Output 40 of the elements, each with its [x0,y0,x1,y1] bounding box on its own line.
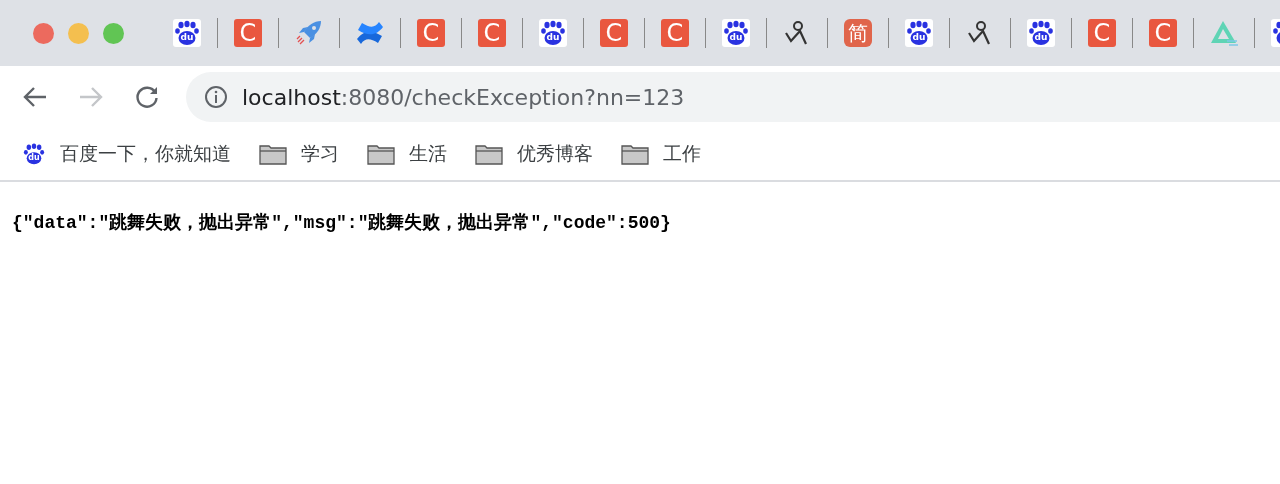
paw-logo-icon: du [539,19,567,47]
paw-logo-icon: du [1027,19,1055,47]
bookmark-link[interactable]: 学习 [301,141,339,167]
info-icon [204,85,228,109]
browser-tab[interactable]: C [401,13,461,53]
paw-logo-icon: du [722,19,750,47]
browser-tab[interactable]: du [1011,13,1071,53]
browser-tab[interactable]: C [1072,13,1132,53]
browser-tab[interactable]: C [645,13,705,53]
c-logo-icon: C [234,19,262,47]
c-logo-icon: C [661,19,689,47]
c-logo-icon: C [478,19,506,47]
bookmark-link[interactable]: 百度一下，你就知道 [60,141,231,167]
bookmark-link[interactable]: 工作 [663,141,701,167]
browser-tab[interactable]: du [523,13,583,53]
address-bar[interactable]: localhost:8080/checkException?nn=123 [186,72,1280,122]
browser-tab[interactable]: C [218,13,278,53]
browser-tab[interactable]: C [462,13,522,53]
paw-logo-icon: du [173,19,201,47]
bookmark-link[interactable]: 生活 [409,141,447,167]
url-text: localhost:8080/checkException?nn=123 [242,84,685,110]
json-response-text: {"data":"跳舞失败，抛出异常","msg":"跳舞失败，抛出异常","code":500} [12,211,672,234]
folder-icon [259,143,287,165]
c-logo-icon: C [1088,19,1116,47]
folder-icon [367,143,395,165]
c-logo-icon: C [417,19,445,47]
browser-tab[interactable]: du [889,13,949,53]
c-logo-icon: C [600,19,628,47]
browser-tab[interactable]: du [157,13,217,53]
close-window-button[interactable] [33,22,54,44]
browser-tab[interactable]: C [1133,13,1193,53]
jian-logo-icon: 简 [844,19,872,47]
folder-icon [475,143,503,165]
triangle-logo-icon [1209,19,1239,47]
paw-logo-icon: du [905,19,933,47]
c-logo-icon: C [1149,19,1177,47]
folder-icon [621,143,649,165]
browser-tab[interactable]: C [584,13,644,53]
browser-tab[interactable]: du [706,13,766,53]
bookmark-link[interactable]: 优秀博客 [517,141,593,167]
